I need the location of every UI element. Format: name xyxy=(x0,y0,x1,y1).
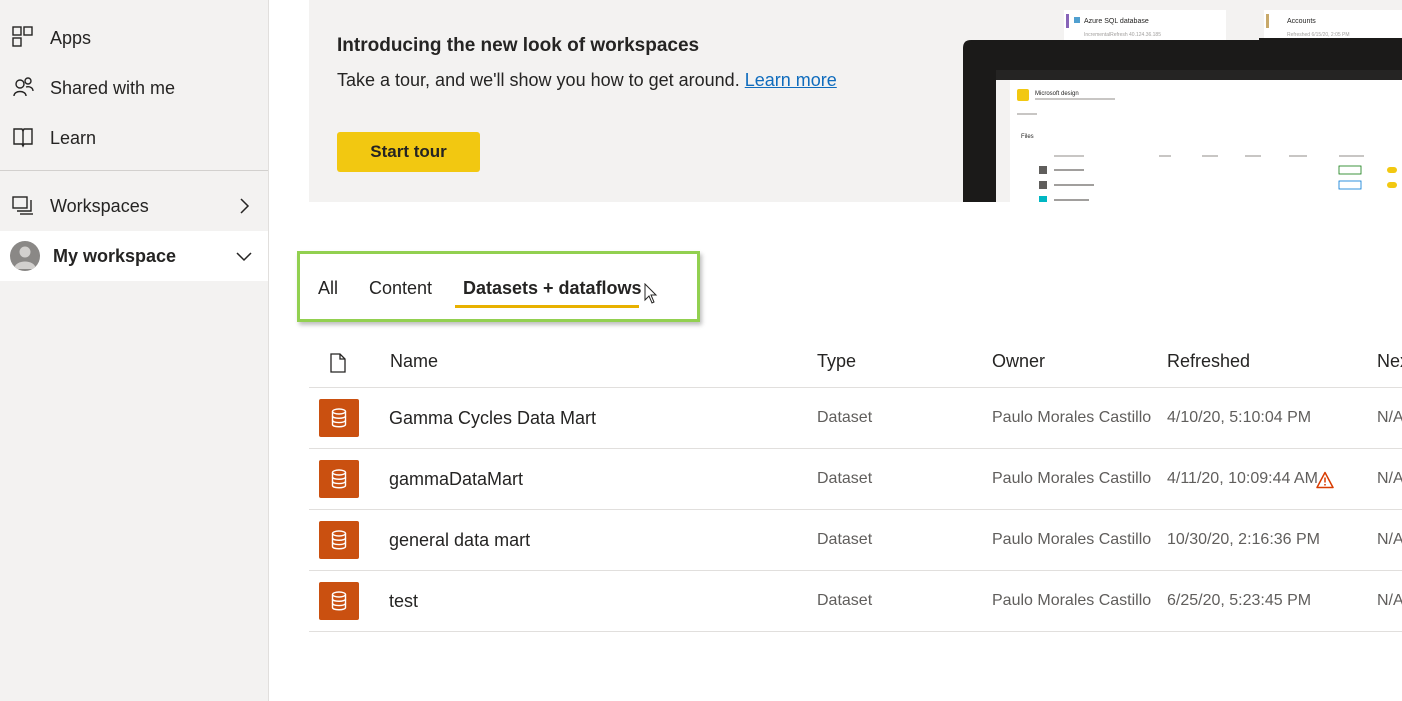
dataset-name[interactable]: Gamma Cycles Data Mart xyxy=(389,408,596,429)
dataset-icon xyxy=(319,582,359,620)
avatar xyxy=(10,241,40,271)
preview-card1-sub: IncrementalRefresh 40.124.36.185 xyxy=(1084,32,1161,38)
sidebar-item-shared[interactable]: Shared with me xyxy=(0,63,268,113)
sidebar-item-apps[interactable]: Apps xyxy=(0,13,268,63)
preview-card2-sub: Refreshed 6/15/20, 2:05 PM xyxy=(1287,32,1350,38)
column-header-name[interactable]: Name xyxy=(390,351,438,372)
sidebar-divider xyxy=(0,170,268,171)
sidebar-item-label: My workspace xyxy=(53,245,177,266)
dataset-icon xyxy=(319,460,359,498)
table-row[interactable]: test Dataset Paulo Morales Castillo 6/25… xyxy=(309,571,1402,632)
banner-text: Take a tour, and we'll show you how to g… xyxy=(337,70,837,91)
content-tabs: All Content Datasets + dataflows xyxy=(297,251,700,322)
mouse-cursor-icon xyxy=(644,282,658,305)
table-row[interactable]: general data mart Dataset Paulo Morales … xyxy=(309,510,1402,571)
sidebar-item-label: Workspaces xyxy=(50,195,149,216)
table-header: Name Type Owner Refreshed Nex xyxy=(309,331,1402,388)
dataset-refreshed: 6/25/20, 5:23:45 PM xyxy=(1167,592,1312,609)
dataset-next-refresh: N/A xyxy=(1377,592,1402,609)
tab-content[interactable]: Content xyxy=(369,278,432,299)
column-header-type[interactable]: Type xyxy=(817,351,856,372)
column-header-refreshed[interactable]: Refreshed xyxy=(1167,351,1250,372)
preview-workspace-name: Microsoft design xyxy=(1035,91,1079,97)
dataset-owner: Paulo Morales Castillo xyxy=(992,470,1152,487)
dataset-owner: Paulo Morales Castillo xyxy=(992,592,1152,609)
column-header-next-refresh[interactable]: Nex xyxy=(1377,351,1402,372)
sidebar-item-workspaces[interactable]: Workspaces xyxy=(0,181,268,231)
dataset-name[interactable]: gammaDataMart xyxy=(389,469,523,490)
dataset-type: Dataset xyxy=(817,409,873,426)
warning-icon[interactable] xyxy=(1316,471,1334,489)
start-tour-button[interactable]: Start tour xyxy=(337,132,480,172)
active-tab-indicator xyxy=(455,305,639,308)
sidebar-item-learn[interactable]: Learn xyxy=(0,113,268,163)
table-row[interactable]: gammaDataMart Dataset Paulo Morales Cast… xyxy=(309,449,1402,510)
tab-datasets-dataflows[interactable]: Datasets + dataflows xyxy=(463,278,642,299)
dataset-owner: Paulo Morales Castillo xyxy=(992,531,1152,548)
shared-icon xyxy=(12,76,34,98)
sidebar-item-label: Shared with me xyxy=(50,77,176,98)
datasets-table: Name Type Owner Refreshed Nex Gamma Cycl… xyxy=(309,331,1402,632)
preview-section: Files xyxy=(1021,134,1034,140)
file-type-icon xyxy=(330,353,346,378)
sidebar: Apps Shared with me Learn Workspaces My … xyxy=(0,0,269,701)
dataset-next-refresh: N/A xyxy=(1377,531,1402,548)
dataset-owner: Paulo Morales Castillo xyxy=(992,409,1152,426)
dataset-icon xyxy=(319,521,359,559)
sidebar-item-my-workspace[interactable]: My workspace xyxy=(0,231,268,281)
dataset-refreshed: 10/30/20, 2:16:36 PM xyxy=(1167,531,1320,548)
dataset-refreshed: 4/10/20, 5:10:04 PM xyxy=(1167,409,1312,426)
dataset-type: Dataset xyxy=(817,592,873,609)
banner-preview-image: Azure SQL database IncrementalRefresh 40… xyxy=(959,0,1402,202)
sidebar-item-label: Learn xyxy=(50,127,97,148)
dataset-name[interactable]: general data mart xyxy=(389,530,530,551)
sidebar-item-label: Apps xyxy=(50,27,92,48)
learn-more-link[interactable]: Learn more xyxy=(745,70,837,90)
tab-all[interactable]: All xyxy=(318,278,338,299)
banner-title: Introducing the new look of workspaces xyxy=(337,35,700,56)
table-row[interactable]: Gamma Cycles Data Mart Dataset Paulo Mor… xyxy=(309,388,1402,449)
dataset-type: Dataset xyxy=(817,531,873,548)
workspaces-icon xyxy=(12,194,34,216)
dataset-refreshed: 4/11/20, 10:09:44 AM xyxy=(1167,470,1318,487)
dataset-next-refresh: N/A xyxy=(1377,470,1402,487)
chevron-right-icon xyxy=(234,196,254,216)
dataset-next-refresh: N/A xyxy=(1377,409,1402,426)
preview-card2-title: Accounts xyxy=(1287,18,1316,25)
tour-banner: Introducing the new look of workspaces T… xyxy=(309,0,1402,202)
banner-description: Take a tour, and we'll show you how to g… xyxy=(337,70,740,90)
dataset-name[interactable]: test xyxy=(389,591,418,612)
book-icon xyxy=(12,126,34,148)
chevron-down-icon[interactable] xyxy=(234,246,254,266)
apps-icon xyxy=(12,26,34,48)
dataset-type: Dataset xyxy=(817,470,873,487)
preview-card1-title: Azure SQL database xyxy=(1084,18,1149,25)
dataset-icon xyxy=(319,399,359,437)
column-header-owner[interactable]: Owner xyxy=(992,351,1045,372)
